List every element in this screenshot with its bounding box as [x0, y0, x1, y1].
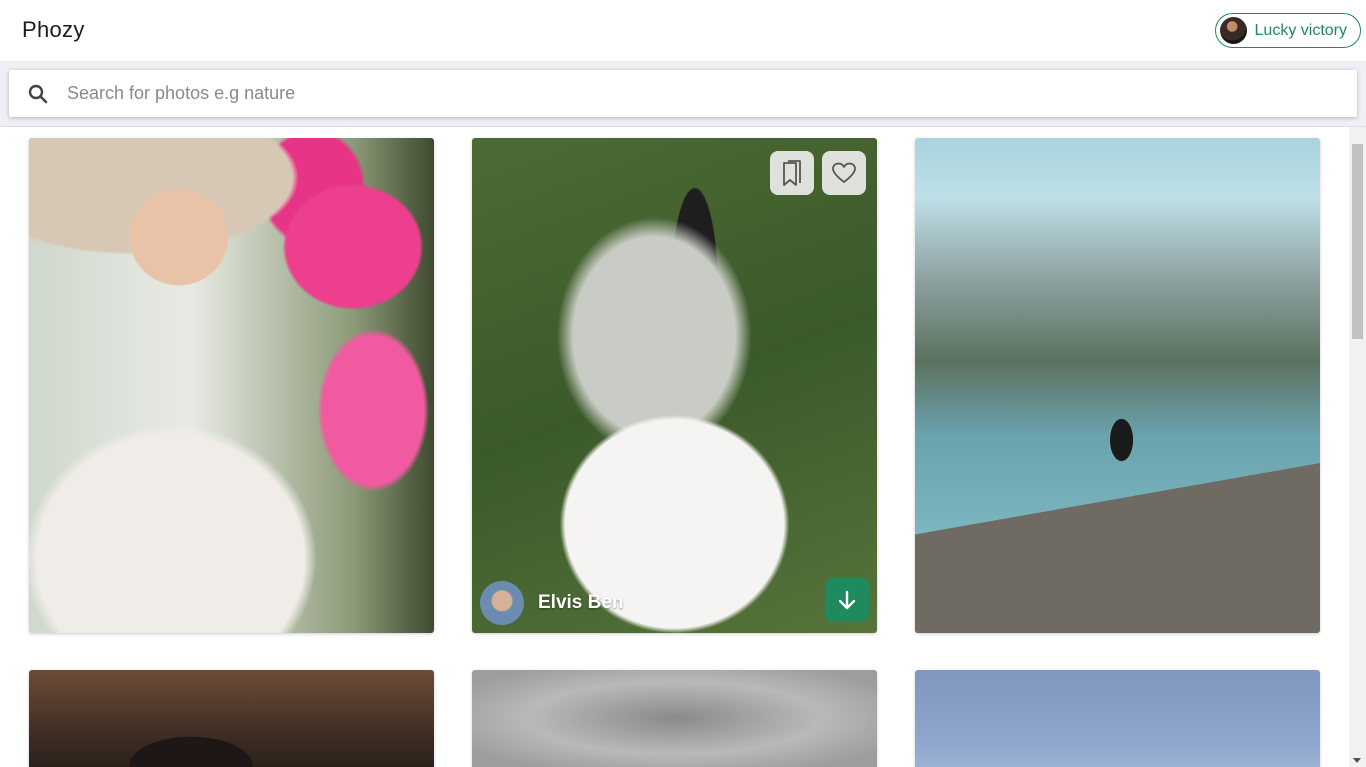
photo-card[interactable] — [29, 138, 434, 633]
photo-card-hovered[interactable]: Elvis Ben — [472, 138, 877, 633]
download-button[interactable] — [825, 578, 869, 622]
photo-author[interactable]: Elvis Ben — [480, 581, 624, 625]
photo-card[interactable] — [915, 138, 1320, 633]
scrollbar-thumb[interactable] — [1352, 144, 1363, 339]
scroll-down-arrow-icon[interactable] — [1353, 758, 1361, 763]
user-menu-button[interactable]: Lucky victory — [1214, 13, 1361, 48]
user-avatar — [1219, 17, 1247, 44]
photo-image[interactable] — [472, 138, 877, 633]
photo-card[interactable] — [29, 670, 434, 767]
search-bar[interactable] — [9, 70, 1357, 117]
user-name: Lucky victory — [1254, 21, 1347, 39]
author-name[interactable]: Elvis Ben — [538, 592, 624, 614]
bookmark-icon — [783, 160, 801, 186]
photo-image[interactable] — [29, 670, 434, 767]
photo-image[interactable] — [915, 138, 1320, 633]
photo-card[interactable] — [915, 670, 1320, 767]
bookmark-button[interactable] — [770, 151, 814, 195]
download-arrow-icon — [838, 590, 856, 610]
search-icon[interactable] — [9, 70, 67, 117]
photo-grid: Elvis Ben — [0, 127, 1349, 767]
page-scrollbar[interactable] — [1349, 127, 1366, 767]
photo-image[interactable] — [472, 670, 877, 767]
search-section — [0, 62, 1366, 127]
like-button[interactable] — [822, 151, 866, 195]
search-input[interactable] — [67, 73, 1337, 114]
author-avatar[interactable] — [480, 581, 524, 625]
heart-icon — [832, 162, 856, 183]
photo-image[interactable] — [915, 670, 1320, 767]
photo-image[interactable] — [29, 138, 434, 633]
app-logo[interactable]: Phozy — [22, 17, 85, 43]
top-bar: Phozy Lucky victory — [0, 0, 1366, 62]
photo-card[interactable] — [472, 670, 877, 767]
